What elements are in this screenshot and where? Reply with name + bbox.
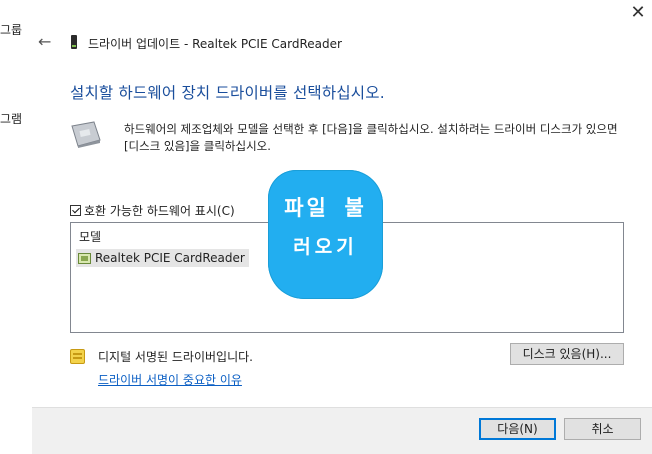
signature-info-link[interactable]: 드라이버 서명이 중요한 이유: [98, 371, 242, 388]
background-text-fragment: 그램: [0, 112, 23, 126]
list-column-header: 모델: [79, 230, 102, 244]
page-heading: 설치할 하드웨어 장치 드라이버를 선택하십시오.: [70, 84, 385, 102]
close-icon: ✕: [630, 2, 646, 23]
show-compatible-label: 호환 가능한 하드웨어 표시(C): [84, 204, 235, 218]
bubble-text-line-2: 러오기: [293, 236, 358, 258]
instruction-text: 하드웨어의 제조업체와 모델을 선택한 후 [다음]을 클릭하십시오. 설치하려…: [124, 122, 618, 153]
background-text-fragment: 그룹: [0, 23, 23, 37]
back-arrow-icon: ←: [38, 32, 52, 51]
digital-signature-icon: [70, 349, 85, 364]
cancel-button[interactable]: 취소: [564, 418, 641, 440]
list-item[interactable]: Realtek PCIE CardReader: [76, 249, 249, 267]
driver-chip-icon: [78, 252, 91, 264]
overlay-annotation-bubble: 파일 불 러오기: [268, 170, 383, 299]
hardware-card-icon: [71, 121, 101, 148]
back-button[interactable]: ←: [38, 33, 56, 51]
background-window: 그룹 그램: [0, 0, 33, 453]
dialog-footer: [32, 407, 652, 454]
have-disk-button[interactable]: 디스크 있음(H)...: [510, 343, 624, 365]
update-driver-dialog: ✕ ← 드라이버 업데이트 - Realtek PCIE CardReader …: [32, 0, 652, 454]
dialog-title: 드라이버 업데이트 - Realtek PCIE CardReader: [88, 37, 342, 51]
next-button[interactable]: 다음(N): [479, 418, 556, 440]
show-compatible-checkbox[interactable]: 호환 가능한 하드웨어 표시(C): [70, 202, 235, 219]
checkbox-checked-icon[interactable]: [70, 205, 81, 216]
device-icon: [71, 35, 77, 49]
close-button[interactable]: ✕: [626, 2, 650, 24]
signature-status-text: 디지털 서명된 드라이버입니다.: [98, 350, 253, 364]
bubble-text-line-1: 파일 불: [284, 196, 367, 220]
list-item-label: Realtek PCIE CardReader: [95, 251, 245, 265]
